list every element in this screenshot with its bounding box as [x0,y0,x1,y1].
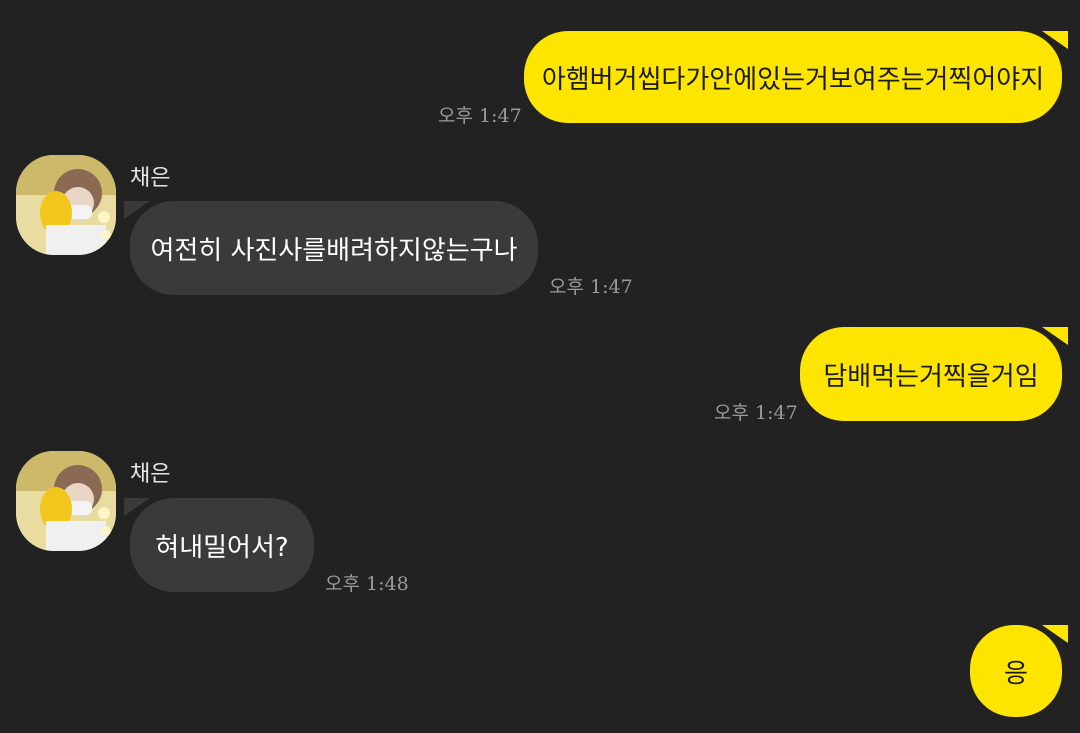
message-text: 아햄버거씹다가안에있는거보여주는거찍어야지 [541,64,1045,95]
message-timestamp: 오후 1:47 [438,105,522,127]
bubble-tail [1042,625,1068,643]
incoming-message-bubble[interactable]: 혀내밀어서? [124,498,314,592]
bubble-tail [124,498,150,516]
profile-photo-icon [16,451,116,551]
avatar[interactable] [16,451,116,551]
message-text: 혀내밀어서? [155,532,289,563]
message-timestamp: 오후 1:47 [714,402,798,424]
profile-photo-icon [16,155,116,255]
message-row: 채은 여전히 사진사를배려하지않는구나 오후 1:47 [0,140,1080,310]
bubble-tail [124,201,150,219]
bubble-tail [1042,327,1068,345]
message-timestamp: 오후 1:47 [549,276,633,298]
message-row: 응 [0,610,1080,733]
message-text: 여전히 사진사를배려하지않는구나 [150,235,518,266]
bubble-tail [1042,31,1068,49]
outgoing-message-bubble[interactable]: 아햄버거씹다가안에있는거보여주는거찍어야지 [524,31,1068,123]
message-text: 담배먹는거찍을거임 [823,361,1039,392]
message-timestamp: 오후 1:48 [325,573,409,595]
message-row: 채은 혀내밀어서? 오후 1:48 [0,440,1080,610]
outgoing-message-bubble[interactable]: 응 [970,625,1068,717]
outgoing-message-bubble[interactable]: 담배먹는거찍을거임 [800,327,1068,421]
sender-name: 채은 [130,166,171,191]
message-row: 오후 1:47 아햄버거씹다가안에있는거보여주는거찍어야지 [0,0,1080,140]
message-row: 오후 1:47 담배먹는거찍을거임 [0,310,1080,440]
incoming-message-bubble[interactable]: 여전히 사진사를배려하지않는구나 [124,201,538,295]
sender-name: 채은 [130,462,171,487]
avatar[interactable] [16,155,116,255]
message-text: 응 [1004,658,1028,689]
